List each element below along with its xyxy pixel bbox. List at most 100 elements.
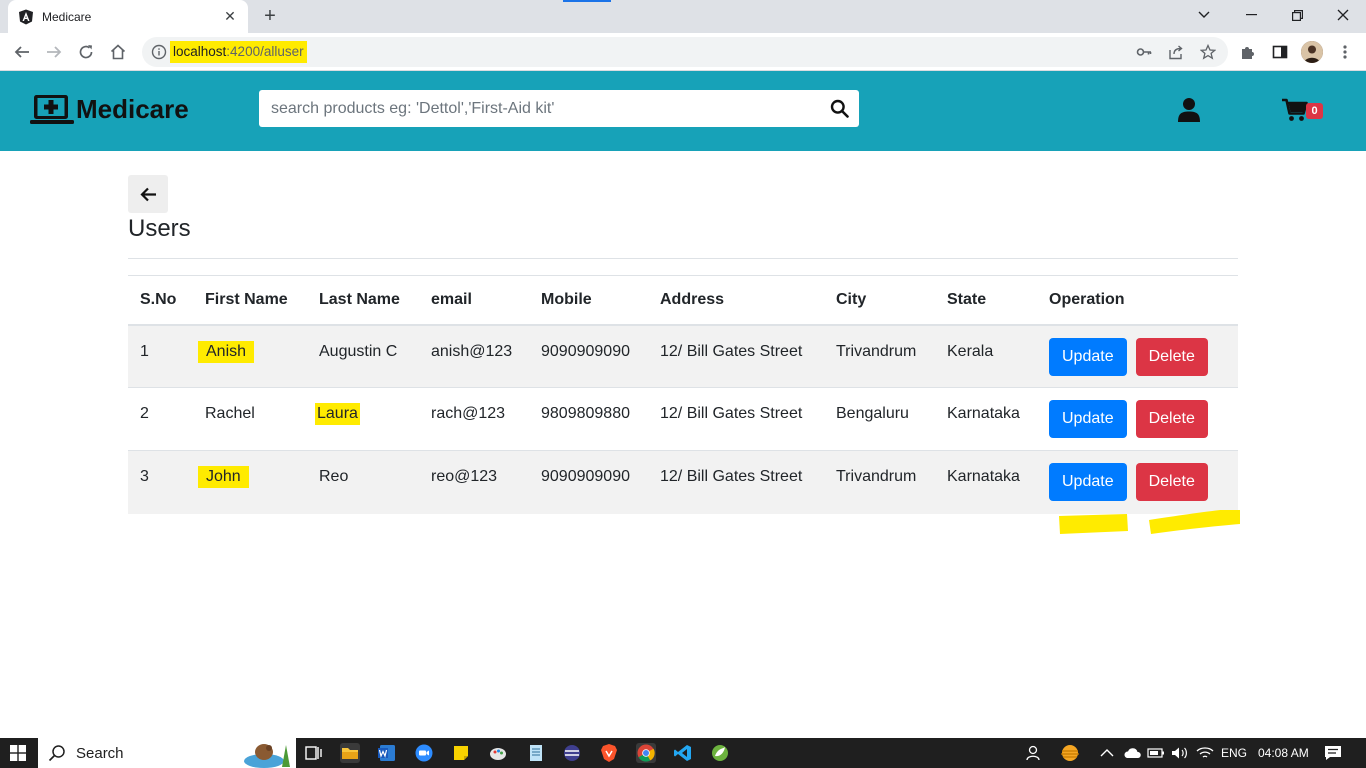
angular-favicon-icon [18, 9, 34, 25]
header-mobile: Mobile [529, 275, 648, 326]
reload-icon[interactable] [73, 39, 99, 65]
header-state: State [935, 275, 1037, 326]
header-city: City [824, 275, 935, 326]
address-url[interactable]: localhost:4200/alluser [170, 41, 307, 63]
extensions-puzzle-icon[interactable] [1238, 42, 1258, 62]
search-icon[interactable] [830, 99, 849, 118]
wifi-icon[interactable] [1196, 738, 1214, 768]
windows-start-icon[interactable] [10, 745, 26, 761]
cell-sno: 1 [128, 324, 193, 388]
cell-address: 12/ Bill Gates Street [648, 324, 824, 388]
cell-city: Trivandrum [824, 324, 935, 388]
notification-center-icon[interactable] [1324, 738, 1342, 768]
annotation-marker-strokes [1059, 510, 1240, 534]
battery-icon[interactable] [1147, 738, 1165, 768]
delete-button[interactable]: Delete [1135, 463, 1208, 501]
paint-app-icon[interactable] [488, 743, 508, 763]
chevron-down-icon[interactable] [1181, 0, 1227, 30]
task-view-icon[interactable] [303, 743, 323, 763]
browser-tab[interactable]: Medicare ✕ [8, 0, 248, 33]
cart-count-badge: 0 [1306, 103, 1323, 119]
side-panel-icon[interactable] [1270, 42, 1290, 62]
table-header-row: S.No First Name Last Name email Mobile A… [128, 275, 1238, 326]
forward-arrow-icon[interactable] [41, 39, 67, 65]
site-info-icon[interactable] [151, 44, 167, 60]
browser-tab-strip: Medicare ✕ + [0, 0, 1366, 33]
table-row: 1 Anish Augustin C anish@123 9090909090 … [128, 324, 1238, 388]
cell-first-name: Anish [193, 324, 307, 388]
notepad-icon[interactable] [526, 743, 546, 763]
users-table: S.No First Name Last Name email Mobile A… [128, 275, 1238, 514]
weather-icon[interactable] [1056, 738, 1084, 768]
minimize-icon[interactable] [1228, 0, 1274, 30]
user-account-icon[interactable] [1177, 97, 1201, 123]
header-address: Address [648, 275, 824, 326]
back-button[interactable] [128, 175, 168, 213]
people-icon[interactable] [1024, 738, 1042, 768]
tab-strip-accent [563, 0, 611, 2]
spring-tools-icon[interactable] [710, 743, 730, 763]
tab-title: Medicare [42, 9, 92, 24]
restore-icon[interactable] [1274, 0, 1320, 30]
kebab-menu-icon[interactable] [1335, 42, 1355, 62]
site-header: Medicare 0 [0, 71, 1366, 151]
vscode-icon[interactable] [673, 743, 693, 763]
bookmark-star-icon[interactable] [1198, 42, 1218, 62]
cell-mobile: 9090909090 [529, 450, 648, 514]
cell-email: anish@123 [419, 324, 529, 388]
word-icon[interactable] [377, 743, 397, 763]
search-input[interactable] [259, 90, 819, 127]
delete-button[interactable]: Delete [1135, 400, 1208, 438]
cart-button[interactable]: 0 [1282, 98, 1326, 124]
language-indicator[interactable]: ENG [1221, 738, 1247, 768]
taskbar-search[interactable]: Search [38, 738, 296, 768]
profile-avatar[interactable] [1301, 41, 1323, 63]
cell-address: 12/ Bill Gates Street [648, 387, 824, 451]
update-button[interactable]: Update [1049, 463, 1127, 501]
file-explorer-icon[interactable] [340, 743, 360, 763]
brave-browser-icon[interactable] [599, 743, 619, 763]
header-first-name: First Name [193, 275, 307, 326]
home-icon[interactable] [105, 39, 131, 65]
new-tab-button[interactable]: + [258, 4, 282, 28]
chevron-up-icon[interactable] [1100, 738, 1114, 768]
sticky-notes-icon[interactable] [451, 743, 471, 763]
url-host: localhost [173, 44, 227, 59]
brand-logo[interactable]: Medicare [30, 93, 189, 125]
key-icon[interactable] [1134, 42, 1154, 62]
clock-time[interactable]: 04:08 AM [1258, 738, 1309, 768]
taskbar-search-label: Search [76, 744, 124, 762]
close-window-icon[interactable] [1320, 0, 1366, 30]
divider [128, 258, 1238, 259]
cell-last-name: Augustin C [307, 324, 419, 388]
onedrive-cloud-icon[interactable] [1123, 738, 1141, 768]
header-email: email [419, 275, 529, 326]
cell-operation: Update Delete [1037, 387, 1238, 451]
cell-sno: 2 [128, 387, 193, 451]
volume-icon[interactable] [1171, 738, 1189, 768]
header-last-name: Last Name [307, 275, 419, 326]
cell-operation: Update Delete [1037, 450, 1238, 514]
tab-close-icon[interactable]: ✕ [222, 8, 238, 25]
cell-city: Bengaluru [824, 387, 935, 451]
cart-icon [1282, 98, 1308, 121]
cell-first-name: John [193, 450, 307, 514]
update-button[interactable]: Update [1049, 400, 1127, 438]
highlighted-first-name: John [198, 466, 249, 488]
share-icon[interactable] [1166, 42, 1186, 62]
update-button[interactable]: Update [1049, 337, 1127, 376]
chrome-icon[interactable] [636, 743, 656, 763]
header-sno: S.No [128, 275, 193, 326]
cell-mobile: 9090909090 [529, 324, 648, 388]
cell-sno: 3 [128, 450, 193, 514]
address-bar[interactable]: localhost:4200/alluser [142, 37, 1228, 67]
back-arrow-icon[interactable] [9, 39, 35, 65]
app-launcher-icon[interactable] [562, 743, 582, 763]
cell-mobile: 9809809880 [529, 387, 648, 451]
cell-last-name: Laura [307, 387, 419, 451]
cell-city: Trivandrum [824, 450, 935, 514]
zoom-icon[interactable] [414, 743, 434, 763]
windows-taskbar: Search ENG 04:08 AM [0, 738, 1366, 768]
delete-button[interactable]: Delete [1135, 337, 1208, 376]
cell-operation: Update Delete [1037, 324, 1238, 388]
